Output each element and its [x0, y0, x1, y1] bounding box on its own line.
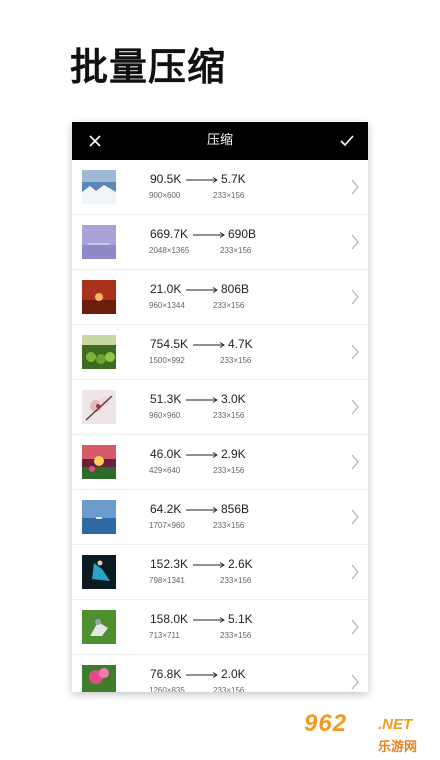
arrow-right-icon: [186, 287, 218, 293]
chevron-right-icon: [351, 289, 359, 305]
compressed-dimensions: 233×156: [213, 301, 245, 310]
image-row[interactable]: 754.5K 1500×992 4.7K 233×156: [72, 325, 368, 380]
arrow-right-icon: [193, 342, 225, 348]
thumbnail-image: [82, 610, 116, 644]
image-row[interactable]: 51.3K 960×960 3.0K 233×156: [72, 380, 368, 435]
compressed-dimensions: 233×156: [213, 191, 245, 200]
compressed-dimensions: 233×156: [220, 246, 252, 255]
confirm-button[interactable]: [334, 128, 360, 154]
original-size: 64.2K: [150, 502, 182, 516]
compressed-dimensions: 233×156: [220, 576, 252, 585]
page-title: 批量压缩: [70, 45, 227, 89]
image-row[interactable]: 152.3K 798×1341 2.6K 233×156: [72, 545, 368, 600]
compressed-size: 5.7K: [221, 172, 246, 186]
chevron-right-icon: [351, 674, 359, 690]
thumbnail-image: [82, 225, 116, 259]
watermark-number: 962: [304, 710, 348, 737]
compressed-size: 2.6K: [228, 557, 253, 571]
compressed-size: 4.7K: [228, 337, 253, 351]
thumbnail-image: [82, 555, 116, 589]
compressed-dimensions: 233×156: [213, 686, 245, 692]
thumbnail-image: [82, 445, 116, 479]
original-dimensions: 960×960: [149, 411, 181, 420]
image-row[interactable]: 90.5K 900×600 5.7K 233×156: [72, 160, 368, 215]
image-row[interactable]: 669.7K 2048×1365 690B 233×156: [72, 215, 368, 270]
chevron-right-icon: [351, 509, 359, 525]
arrow-right-icon: [193, 562, 225, 568]
watermark-logo: 962 .NET 乐游网: [300, 710, 435, 758]
compressed-dimensions: 233×156: [213, 466, 245, 475]
watermark-suffix: .NET: [378, 716, 413, 733]
compress-panel: 压缩 90.5K 900×600 5.7K 233×156 669.7K 2048×136…: [72, 122, 368, 692]
chevron-right-icon: [351, 234, 359, 250]
image-list: 90.5K 900×600 5.7K 233×156 669.7K 2048×1365 69…: [72, 160, 368, 692]
arrow-right-icon: [193, 232, 225, 238]
thumbnail-image: [82, 280, 116, 314]
arrow-right-icon: [186, 507, 218, 513]
original-size: 152.3K: [150, 557, 189, 571]
arrow-right-icon: [186, 397, 218, 403]
chevron-right-icon: [351, 619, 359, 635]
compressed-size: 856B: [221, 502, 250, 516]
compressed-dimensions: 233×156: [220, 631, 252, 640]
thumbnail-image: [82, 390, 116, 424]
compressed-size: 5.1K: [228, 612, 253, 626]
original-size: 76.8K: [150, 667, 182, 681]
original-size: 46.0K: [150, 447, 182, 461]
image-row[interactable]: 76.8K 1260×835 2.0K 233×156: [72, 655, 368, 692]
thumbnail-image: [82, 665, 116, 692]
original-size: 51.3K: [150, 392, 182, 406]
original-dimensions: 1260×835: [149, 686, 185, 692]
arrow-right-icon: [186, 452, 218, 458]
chevron-right-icon: [351, 454, 359, 470]
image-row[interactable]: 158.0K 713×711 5.1K 233×156: [72, 600, 368, 655]
compressed-dimensions: 233×156: [213, 521, 245, 530]
original-size: 158.0K: [150, 612, 189, 626]
check-icon: [340, 135, 354, 147]
header-title: 压缩: [206, 133, 233, 148]
compressed-size: 2.0K: [221, 667, 246, 681]
original-size: 754.5K: [150, 337, 189, 351]
compressed-dimensions: 233×156: [220, 356, 252, 365]
original-dimensions: 713×711: [149, 631, 180, 640]
original-dimensions: 960×1344: [149, 301, 185, 310]
thumbnail-image: [82, 170, 116, 204]
image-row[interactable]: 64.2K 1707×960 856B 233×156: [72, 490, 368, 545]
chevron-right-icon: [351, 179, 359, 195]
original-size: 21.0K: [150, 282, 182, 296]
original-dimensions: 1500×992: [149, 356, 185, 365]
original-dimensions: 2048×1365: [149, 246, 190, 255]
arrow-right-icon: [186, 177, 218, 183]
chevron-right-icon: [351, 399, 359, 415]
chevron-right-icon: [351, 344, 359, 360]
compressed-size: 2.9K: [221, 447, 246, 461]
arrow-right-icon: [186, 672, 218, 678]
watermark-site: 乐游网: [378, 740, 418, 755]
compressed-size: 690B: [228, 227, 257, 241]
thumbnail-image: [82, 335, 116, 369]
original-dimensions: 429×640: [149, 466, 181, 475]
original-dimensions: 798×1341: [149, 576, 185, 585]
arrow-right-icon: [193, 617, 225, 623]
image-row[interactable]: 46.0K 429×640 2.9K 233×156: [72, 435, 368, 490]
original-size: 669.7K: [150, 227, 189, 241]
chevron-right-icon: [351, 564, 359, 580]
compressed-size: 806B: [221, 282, 250, 296]
compressed-size: 3.0K: [221, 392, 246, 406]
original-dimensions: 1707×960: [149, 521, 185, 530]
compressed-dimensions: 233×156: [213, 411, 245, 420]
thumbnail-image: [82, 500, 116, 534]
image-row[interactable]: 21.0K 960×1344 806B 233×156: [72, 270, 368, 325]
original-dimensions: 900×600: [149, 191, 181, 200]
top-bar: 压缩: [72, 122, 368, 160]
original-size: 90.5K: [150, 172, 182, 186]
